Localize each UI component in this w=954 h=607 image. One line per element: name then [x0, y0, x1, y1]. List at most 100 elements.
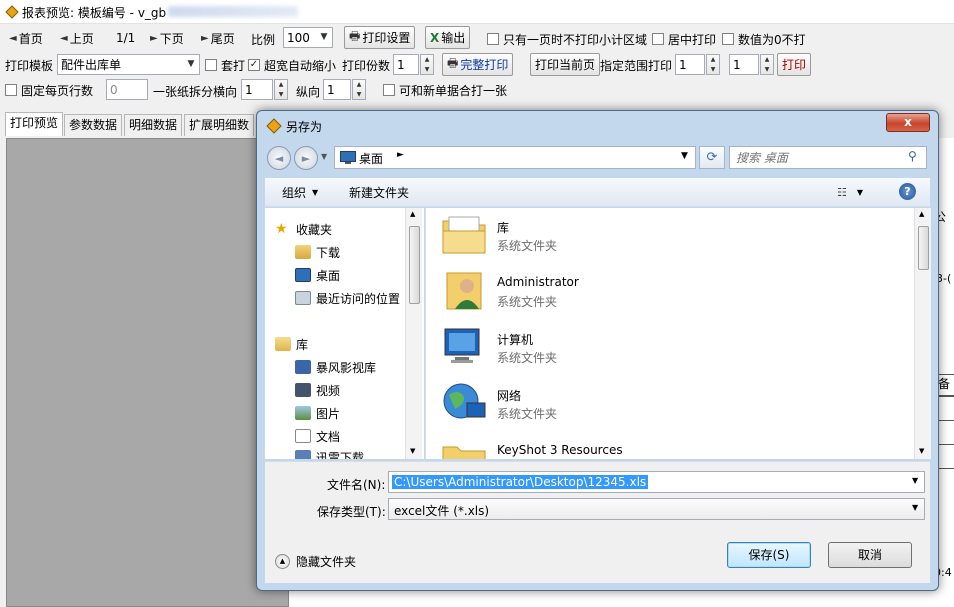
- print-current-page-button[interactable]: 打印当前页: [530, 53, 601, 76]
- fixed-rows-checkbox[interactable]: 固定每页行数: [5, 80, 93, 100]
- filetype-label: 保存类型(T):: [317, 505, 386, 519]
- merge-print-checkbox[interactable]: 可和新单据合打一张: [383, 80, 507, 100]
- nav-item-recent-places[interactable]: 最近访问的位置: [295, 288, 400, 308]
- chevron-down-icon[interactable]: ▼: [681, 151, 688, 161]
- document-icon: [295, 429, 311, 443]
- print-settings-button[interactable]: 🖶 打印设置: [344, 26, 416, 49]
- tab-parameter-data[interactable]: 参数数据: [64, 114, 123, 136]
- nav-item-documents[interactable]: 文档: [295, 426, 340, 446]
- collapse-up-icon: ▲: [275, 553, 290, 569]
- recent-locations-icon[interactable]: ▼: [321, 152, 327, 161]
- refresh-button[interactable]: ⟳: [699, 146, 725, 169]
- app-icon: [266, 118, 282, 134]
- organize-button[interactable]: 组织 ▼: [282, 182, 318, 202]
- help-button[interactable]: ?: [899, 183, 916, 200]
- window-title: 报表预览: 模板编号 - v_gb: [22, 6, 167, 20]
- forward-button[interactable]: ►: [294, 146, 318, 170]
- user-folder-icon: [446, 272, 482, 310]
- template-label: 打印模板: [5, 59, 54, 73]
- scale-select[interactable]: 100 ▼: [283, 27, 333, 48]
- chevron-down-icon: ▼: [312, 187, 319, 197]
- range-to-input[interactable]: 1: [729, 54, 759, 75]
- nav-item-desktop[interactable]: 桌面: [295, 265, 340, 285]
- export-button[interactable]: X 输出: [425, 26, 471, 49]
- hide-folders-button[interactable]: ▲ 隐藏文件夹: [275, 551, 356, 571]
- first-page-button[interactable]: ◄ 首页: [9, 28, 43, 48]
- scroll-thumb[interactable]: [918, 226, 929, 270]
- split-horizontal-label: 一张纸拆分横向: [153, 85, 238, 99]
- back-button[interactable]: ◄: [267, 146, 291, 170]
- nav-favorites[interactable]: ★ 收藏夹: [275, 219, 332, 239]
- search-input[interactable]: [736, 149, 896, 166]
- next-page-button[interactable]: ► 下页: [150, 28, 184, 48]
- breadcrumb-arrow-icon[interactable]: ►: [397, 150, 404, 160]
- zero-value-checkbox[interactable]: 数值为0不打: [722, 29, 806, 49]
- list-item[interactable]: KeyShot 3 Resources: [441, 437, 901, 459]
- hand-left-icon: ◄: [60, 32, 68, 44]
- rows-per-page-input[interactable]: 0: [106, 79, 148, 100]
- view-options-button[interactable]: ☷ ▼: [837, 182, 863, 202]
- arrow-left-icon: ◄: [274, 151, 284, 165]
- copies-spinner[interactable]: ▲ ▼: [420, 54, 434, 75]
- nav-scrollbar[interactable]: ▲ ▼: [405, 208, 422, 459]
- filename-input[interactable]: C:\Users\Administrator\Desktop\12345.xls: [392, 475, 649, 489]
- nav-item-thunder-downloads[interactable]: 迅雷下载: [295, 447, 405, 459]
- picture-icon: [295, 406, 311, 420]
- range-to-spinner[interactable]: ▲ ▼: [760, 54, 774, 75]
- nav-item-videos[interactable]: 视频: [295, 380, 340, 400]
- tab-detail-data[interactable]: 明细数据: [124, 114, 183, 136]
- prev-page-button[interactable]: ◄ 上页: [60, 28, 94, 48]
- scroll-thumb[interactable]: [409, 226, 420, 304]
- save-button[interactable]: 保存(S): [727, 542, 811, 568]
- dialog-title: 另存为: [286, 120, 323, 134]
- download-icon: [295, 450, 311, 459]
- filename-combo[interactable]: C:\Users\Administrator\Desktop\12345.xls…: [388, 471, 925, 493]
- chevron-down-icon[interactable]: ▼: [912, 503, 918, 512]
- range-from-spinner[interactable]: ▲ ▼: [706, 54, 720, 75]
- template-select[interactable]: 配件出库单 ▼: [57, 54, 200, 75]
- close-button[interactable]: x: [886, 113, 930, 132]
- overlay-print-checkbox[interactable]: 套打: [205, 55, 245, 75]
- full-print-button[interactable]: 🖶 完整打印: [442, 53, 514, 76]
- nav-item-baofeng-library[interactable]: 暴风影视库: [295, 357, 376, 377]
- scroll-up-icon: ▲: [919, 210, 925, 218]
- hand-right-icon: ►: [150, 32, 158, 44]
- filetype-select[interactable]: excel文件 (*.xls) ▼: [388, 498, 925, 520]
- page-indicator: 1/1: [116, 31, 136, 45]
- copies-label: 打印份数: [342, 59, 391, 73]
- single-page-checkbox[interactable]: 只有一页时不打印小计区域: [487, 29, 647, 49]
- split-horizontal-spinner[interactable]: ▲ ▼: [274, 79, 288, 100]
- cancel-button[interactable]: 取消: [828, 542, 912, 568]
- print-button[interactable]: 打印: [777, 53, 812, 76]
- excel-icon: X: [430, 30, 440, 45]
- filename-label: 文件名(N):: [327, 478, 386, 492]
- split-vertical-spinner[interactable]: ▲ ▼: [352, 79, 366, 100]
- hand-right-icon: ►: [201, 32, 209, 44]
- view-list-icon: ☷: [837, 185, 847, 199]
- nav-libraries[interactable]: 库: [275, 334, 308, 354]
- checkbox-unchecked: [205, 59, 217, 71]
- range-from-input[interactable]: 1: [675, 54, 705, 75]
- search-icon: ⚲: [908, 149, 917, 163]
- chevron-down-icon[interactable]: ▼: [912, 476, 918, 485]
- scroll-down-icon: ▼: [919, 447, 925, 455]
- search-box[interactable]: ⚲: [729, 146, 927, 169]
- copies-input[interactable]: 1: [393, 54, 419, 75]
- last-page-button[interactable]: ► 尾页: [201, 28, 235, 48]
- help-icon: ?: [904, 185, 911, 198]
- split-vertical-input[interactable]: 1: [323, 79, 351, 100]
- address-bar[interactable]: 桌面 ► ▼: [334, 146, 696, 169]
- tab-print-preview[interactable]: 打印预览: [5, 112, 64, 136]
- split-vertical-label: 纵向: [296, 85, 321, 99]
- auto-shrink-checkbox[interactable]: 超宽自动缩小: [248, 55, 336, 75]
- file-list-scrollbar[interactable]: ▲ ▼: [914, 208, 931, 459]
- arrow-right-icon: ►: [301, 151, 311, 165]
- split-horizontal-input[interactable]: 1: [241, 79, 273, 100]
- checkbox-unchecked: [383, 84, 395, 96]
- center-print-checkbox[interactable]: 居中打印: [652, 29, 716, 49]
- tab-extended-detail-data[interactable]: 扩展明细数: [184, 114, 255, 136]
- network-icon: [443, 383, 486, 419]
- nav-item-pictures[interactable]: 图片: [295, 403, 340, 423]
- new-folder-button[interactable]: 新建文件夹: [349, 182, 409, 202]
- nav-item-downloads[interactable]: 下载: [295, 242, 340, 262]
